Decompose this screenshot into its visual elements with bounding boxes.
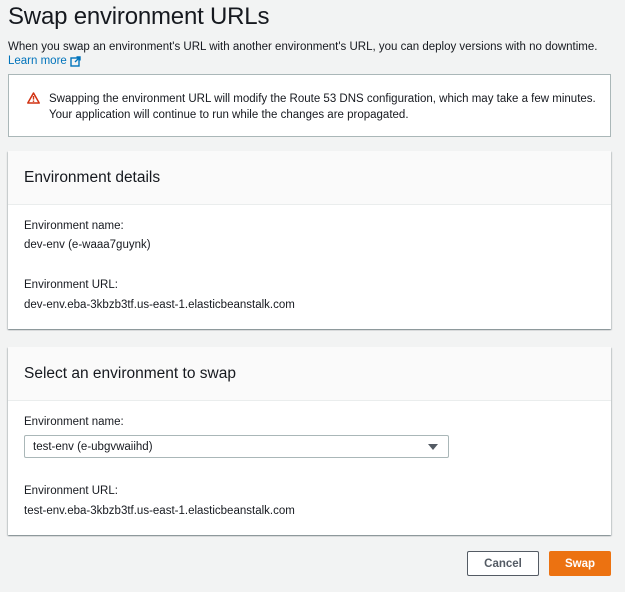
environment-details-panel: Environment details Environment name: de… bbox=[8, 151, 611, 329]
warning-alert: Swapping the environment URL will modify… bbox=[8, 74, 611, 137]
swap-environment-url-label: Environment URL: bbox=[24, 485, 118, 497]
page-title: Swap environment URLs bbox=[8, 3, 270, 30]
page-description: When you swap an environment's URL with … bbox=[8, 41, 598, 53]
caret-down-icon bbox=[428, 444, 438, 450]
environment-name-label: Environment name: bbox=[24, 220, 124, 232]
cancel-button[interactable]: Cancel bbox=[467, 551, 539, 576]
warning-triangle-icon bbox=[27, 92, 40, 104]
environment-select[interactable]: test-env (e-ubgvwaiihd) bbox=[24, 435, 449, 458]
alert-line-2: Your application will continue to run wh… bbox=[49, 109, 409, 121]
learn-more-label: Learn more bbox=[8, 55, 67, 67]
environment-name-value: dev-env (e-waaa7guynk) bbox=[24, 239, 151, 251]
environment-details-heading: Environment details bbox=[8, 151, 611, 205]
environment-url-value: dev-env.eba-3kbzb3tf.us-east-1.elasticbe… bbox=[24, 299, 295, 311]
swap-environment-url-value: test-env.eba-3kbzb3tf.us-east-1.elasticb… bbox=[24, 505, 295, 517]
environment-url-label: Environment URL: bbox=[24, 279, 118, 291]
swap-target-heading: Select an environment to swap bbox=[8, 347, 611, 401]
swap-environment-name-label: Environment name: bbox=[24, 416, 124, 428]
swap-environment-page: Swap environment URLs When you swap an e… bbox=[0, 0, 625, 592]
learn-more-link[interactable]: Learn more bbox=[8, 55, 81, 67]
swap-button[interactable]: Swap bbox=[549, 551, 611, 576]
environment-select-value: test-env (e-ubgvwaiihd) bbox=[33, 440, 153, 453]
external-link-icon bbox=[70, 55, 81, 67]
swap-target-panel: Select an environment to swap Environmen… bbox=[8, 347, 611, 535]
alert-line-1: Swapping the environment URL will modify… bbox=[49, 93, 596, 105]
alert-message: Swapping the environment URL will modify… bbox=[49, 91, 596, 123]
